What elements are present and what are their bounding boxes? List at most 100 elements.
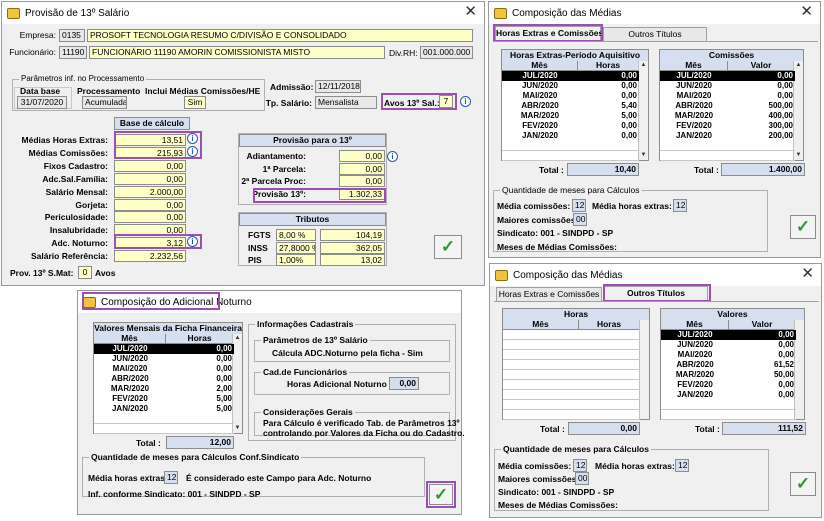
horas-adc-field[interactable]: 0,00: [389, 377, 419, 390]
table-row[interactable]: JAN/2020 0,00: [502, 131, 639, 141]
scroll-down-icon[interactable]: ▼: [233, 424, 242, 433]
table-row[interactable]: [660, 141, 795, 151]
ok-button[interactable]: ✓: [434, 235, 462, 259]
table-row[interactable]: [660, 151, 795, 161]
tab-horas-extras-comissoes[interactable]: Horas Extras e Comissões: [496, 287, 602, 302]
table-row[interactable]: MAI/2020 0,00: [94, 364, 234, 374]
tributo-pct[interactable]: 8,00 %: [276, 229, 316, 241]
media-he-field[interactable]: 12: [164, 471, 178, 484]
table-row[interactable]: JUL/2020 0,00: [660, 71, 795, 81]
horas-extras-grid[interactable]: Horas Extras-Período Aquisitivo Mês Hora…: [501, 49, 649, 161]
table-row[interactable]: [503, 360, 640, 370]
table-row[interactable]: [503, 400, 640, 410]
table-row[interactable]: [503, 350, 640, 360]
table-row[interactable]: JAN/2020 0,00: [661, 390, 796, 400]
table-row[interactable]: FEV/2020 0,00: [502, 121, 639, 131]
comissoes-grid[interactable]: Comissões Mês Valor ▲ ▼ JUL/2020 0,00 JUN/…: [659, 49, 804, 161]
table-row[interactable]: MAR/2020 5,00: [502, 111, 639, 121]
base-row-value[interactable]: 2.000,00: [114, 185, 186, 198]
table-row[interactable]: [661, 400, 796, 410]
table-row[interactable]: [503, 380, 640, 390]
horas-grid[interactable]: Horas Mês Horas: [502, 308, 650, 420]
table-row[interactable]: [94, 424, 234, 434]
base-row-value[interactable]: 0,00: [114, 198, 186, 211]
table-row[interactable]: ABR/2020 500,00: [660, 101, 795, 111]
table-row[interactable]: ABR/2020 5,40: [502, 101, 639, 111]
table-row[interactable]: JUN/2020 0,00: [661, 340, 796, 350]
base-row-value[interactable]: 0,00: [114, 172, 186, 185]
tab-outros-titulos[interactable]: Outros Títulos: [603, 27, 707, 42]
scroll-down-icon[interactable]: ▼: [794, 151, 803, 160]
table-row[interactable]: [503, 330, 640, 340]
table-row[interactable]: [94, 414, 234, 424]
divrh-field[interactable]: 001.000.000: [420, 46, 473, 59]
tributo-pct[interactable]: 27,8000 %: [276, 241, 316, 254]
table-row[interactable]: JUN/2020 0,00: [94, 354, 234, 364]
close-icon[interactable]: ✕: [801, 266, 814, 282]
table-row[interactable]: MAR/2020 50,00: [661, 370, 796, 380]
tributo-value[interactable]: 104,19: [320, 229, 385, 241]
scroll-down-icon[interactable]: ▼: [639, 151, 648, 160]
empresa-name-field[interactable]: PROSOFT TECNOLOGIA RESUMO C/DIVISÃO E CO…: [87, 29, 473, 42]
valores-mensais-grid[interactable]: Valores Mensais da Ficha Financeira Mês …: [93, 322, 243, 434]
scroll-up-icon[interactable]: ▲: [233, 334, 242, 343]
table-row[interactable]: MAR/2020 2,00: [94, 384, 234, 394]
avos-13-field[interactable]: 7: [439, 95, 453, 108]
ok-button[interactable]: ✓: [429, 484, 453, 505]
ok-button[interactable]: ✓: [790, 215, 816, 239]
medias-he-info-icon[interactable]: i: [187, 133, 198, 144]
table-row[interactable]: JUL/2020 0,00: [502, 71, 639, 81]
adc-noturno-info-icon[interactable]: i: [187, 236, 198, 247]
scroll-up-icon[interactable]: ▲: [794, 61, 803, 70]
table-row[interactable]: [502, 141, 639, 151]
provisao-row-value[interactable]: 0,00: [339, 162, 385, 175]
table-row[interactable]: [502, 151, 639, 161]
tributo-value[interactable]: 13,02: [320, 254, 385, 266]
provisao-row-value[interactable]: 0,00: [339, 175, 385, 187]
table-row[interactable]: MAI/2020 0,00: [661, 350, 796, 360]
table-row[interactable]: ABR/2020 0,00: [94, 374, 234, 384]
admissao-field[interactable]: 12/11/2018: [315, 80, 361, 93]
avos-info-icon[interactable]: i: [460, 96, 471, 107]
base-row-value[interactable]: 0,00: [114, 211, 186, 224]
tributo-pct[interactable]: 1,00%: [276, 254, 316, 266]
tp-salario-field[interactable]: Mensalista: [315, 96, 377, 109]
funcionario-code-field[interactable]: 11190: [59, 46, 87, 59]
table-row[interactable]: ABR/2020 61,52: [661, 360, 796, 370]
ok-button[interactable]: ✓: [790, 472, 816, 496]
table-row[interactable]: [503, 410, 640, 420]
close-icon[interactable]: ✕: [800, 4, 813, 20]
scrollbar[interactable]: ▲ ▼: [638, 61, 648, 160]
table-row[interactable]: FEV/2020 0,00: [661, 380, 796, 390]
table-row[interactable]: [503, 340, 640, 350]
table-row[interactable]: [503, 370, 640, 380]
table-row[interactable]: FEV/2020 300,00: [660, 121, 795, 131]
base-row-value[interactable]: 2.232,56: [114, 250, 186, 263]
table-row[interactable]: JAN/2020 5,00: [94, 404, 234, 414]
adiantamento-info-icon[interactable]: i: [387, 151, 398, 162]
provisao-row-value[interactable]: 0,00: [339, 150, 385, 162]
media-comissoes-field[interactable]: 12: [572, 199, 586, 212]
table-row[interactable]: MAI/2020 0,00: [660, 91, 795, 101]
close-icon[interactable]: ✕: [464, 4, 477, 20]
processamento-field[interactable]: Acumulada: [82, 96, 127, 109]
base-row-value[interactable]: 0,00: [114, 159, 186, 172]
media-he-field[interactable]: 12: [675, 459, 689, 472]
table-row[interactable]: JUL/2020 0,00: [661, 330, 796, 340]
maiores-comissoes-field[interactable]: 00: [575, 472, 589, 485]
medias-com-info-icon[interactable]: i: [187, 146, 198, 157]
scrollbar[interactable]: [639, 320, 649, 419]
valores-grid[interactable]: Valores Mês Valor JUL/2020 0,00 JUN/2020 0,…: [660, 308, 805, 420]
table-row[interactable]: MAI/2020 0,00: [502, 91, 639, 101]
table-row[interactable]: MAR/2020 400,00: [660, 111, 795, 121]
data-base-field[interactable]: 31/07/2020: [17, 96, 67, 109]
media-he-field[interactable]: 12: [673, 199, 687, 212]
inclui-medias-field[interactable]: Sim: [184, 96, 206, 109]
empresa-code-field[interactable]: 0135: [59, 29, 85, 42]
prov-smat-field[interactable]: 0: [78, 266, 92, 279]
table-row[interactable]: JUN/2020 0,00: [660, 81, 795, 91]
table-row[interactable]: JAN/2020 200,00: [660, 131, 795, 141]
funcionario-name-field[interactable]: FUNCIONÁRIO 11190 AMORIN COMISSIONISTA M…: [89, 46, 385, 59]
media-comissoes-field[interactable]: 12: [573, 459, 587, 472]
table-row[interactable]: JUN/2020 0,00: [502, 81, 639, 91]
